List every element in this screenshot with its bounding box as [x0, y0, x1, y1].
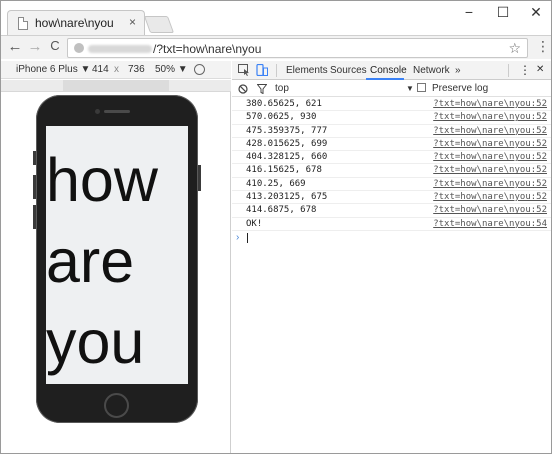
tab-console[interactable]: Console: [370, 65, 407, 76]
clear-console-icon[interactable]: [238, 84, 248, 94]
devtools-close-icon[interactable]: ✕: [536, 64, 544, 75]
preserve-log-checkbox[interactable]: [417, 83, 426, 92]
devtools-panel: Elements Sources Console Network » ⋮ ✕ t…: [232, 61, 551, 453]
page-icon: [18, 17, 28, 30]
tab-title: how\nare\nyou: [35, 16, 114, 30]
console-row: 570.0625, 930 ?txt=how\nare\nyou:52: [232, 111, 551, 125]
address-bar[interactable]: /?txt=how\nare\nyou ☆: [67, 38, 528, 58]
log-source-link[interactable]: ?txt=how\nare\nyou:52: [433, 139, 547, 149]
dimension-separator: x: [114, 64, 119, 75]
log-source-link[interactable]: ?txt=how\nare\nyou:52: [433, 99, 547, 109]
console-row: OK! ?txt=how\nare\nyou:54: [232, 218, 551, 231]
new-tab-button[interactable]: [143, 16, 175, 33]
tab-close-icon[interactable]: ×: [129, 15, 136, 29]
console-row: 404.328125, 660 ?txt=how\nare\nyou:52: [232, 151, 551, 165]
power-button: [198, 165, 201, 191]
tab-separator: [508, 64, 509, 77]
title-bar: how\nare\nyou × − ☐ ✕: [1, 1, 551, 36]
reload-icon[interactable]: C: [47, 38, 63, 53]
device-toggle-icon[interactable]: [256, 64, 268, 76]
console-row: 414.6875, 678 ?txt=how\nare\nyou:52: [232, 204, 551, 218]
console-row: 413.203125, 675 ?txt=how\nare\nyou:52: [232, 191, 551, 205]
console-row: 428.015625, 699 ?txt=how\nare\nyou:52: [232, 138, 551, 152]
log-source-link[interactable]: ?txt=how\nare\nyou:54: [433, 219, 547, 229]
zoom-select[interactable]: 50% ▼: [155, 64, 188, 75]
forward-icon[interactable]: →: [27, 38, 43, 55]
text-cursor: [247, 232, 248, 243]
close-window-icon[interactable]: ✕: [526, 4, 546, 21]
blurred-host: [88, 45, 152, 53]
console-row: 475.359375, 777 ?txt=how\nare\nyou:52: [232, 125, 551, 138]
volume-down-button: [33, 205, 36, 229]
device-toolbar: iPhone 6 Plus ▼ 414 x 736 50% ▼: [1, 61, 231, 79]
log-message: 404.328125, 660: [246, 152, 328, 163]
device-select[interactable]: iPhone 6 Plus ▼: [16, 64, 90, 75]
back-icon[interactable]: ←: [7, 38, 23, 55]
log-source-link[interactable]: ?txt=how\nare\nyou:52: [433, 112, 547, 122]
console-row: 410.25, 669 ?txt=how\nare\nyou:52: [232, 178, 551, 192]
log-source-link[interactable]: ?txt=how\nare\nyou:52: [433, 192, 547, 202]
log-source-link[interactable]: ?txt=how\nare\nyou:52: [433, 152, 547, 162]
log-source-link[interactable]: ?txt=how\nare\nyou:52: [433, 179, 547, 189]
log-message: 380.65625, 621: [246, 99, 322, 109]
inspect-element-icon[interactable]: [238, 64, 250, 76]
context-selector[interactable]: top: [275, 83, 289, 94]
log-message: 428.015625, 699: [246, 138, 328, 149]
rotate-icon[interactable]: [191, 61, 208, 78]
tab-separator: [276, 64, 277, 77]
log-message: 416.15625, 678: [246, 165, 322, 176]
minimize-icon[interactable]: −: [459, 4, 479, 20]
log-message: OK!: [246, 218, 263, 229]
tab-network[interactable]: Network: [413, 65, 450, 76]
home-button: [104, 393, 129, 418]
devtools-menu-icon[interactable]: ⋮: [519, 63, 531, 77]
more-tabs-icon[interactable]: »: [455, 65, 461, 76]
earpiece-speaker: [104, 110, 130, 113]
phone-screen[interactable]: how are you: [46, 126, 188, 384]
log-message: 414.6875, 678: [246, 205, 317, 216]
console-output: 380.65625, 621 ?txt=how\nare\nyou:52 570…: [232, 98, 551, 244]
log-source-link[interactable]: ?txt=how\nare\nyou:52: [433, 126, 547, 136]
tab-elements[interactable]: Elements: [286, 65, 328, 76]
browser-menu-icon[interactable]: ⋮: [536, 38, 550, 55]
browser-window: how\nare\nyou × − ☐ ✕ ← → C /?txt=how\na…: [0, 0, 552, 454]
address-url: /?txt=how\nare\nyou: [153, 42, 262, 56]
device-height[interactable]: 736: [128, 64, 145, 75]
console-row: 416.15625, 678 ?txt=how\nare\nyou:52: [232, 164, 551, 178]
tab-sources[interactable]: Sources: [330, 65, 367, 76]
log-message: 413.203125, 675: [246, 192, 328, 203]
log-message: 410.25, 669: [246, 178, 306, 189]
log-message: 570.0625, 930: [246, 112, 317, 123]
log-message: 475.359375, 777: [246, 125, 328, 136]
console-prompt[interactable]: ›: [232, 231, 551, 244]
log-source-link[interactable]: ?txt=how\nare\nyou:52: [433, 165, 547, 175]
devtools-tab-bar: Elements Sources Console Network » ⋮ ✕: [232, 61, 551, 80]
device-width[interactable]: 414: [92, 64, 109, 75]
media-query-ruler: [1, 80, 231, 92]
filter-icon[interactable]: [257, 84, 267, 94]
phone-frame: how are you: [33, 95, 201, 423]
mute-switch: [33, 151, 36, 165]
volume-up-button: [33, 175, 36, 199]
active-tab-indicator: [366, 78, 404, 80]
preserve-log-label: Preserve log: [432, 83, 489, 94]
prompt-chevron-icon: ›: [236, 231, 240, 243]
front-camera: [95, 109, 100, 114]
console-row: 380.65625, 621 ?txt=how\nare\nyou:52: [232, 98, 551, 112]
bookmark-star-icon[interactable]: ☆: [508, 40, 521, 57]
ruler-highlight: [63, 80, 169, 91]
rendered-page-text: how are you: [46, 146, 158, 376]
console-filter-bar: top ▼ Preserve log: [232, 81, 551, 97]
site-info-icon[interactable]: [74, 43, 84, 53]
context-dropdown-arrow[interactable]: ▼: [406, 84, 414, 93]
device-preview: how are you: [1, 92, 231, 453]
log-source-link[interactable]: ?txt=how\nare\nyou:52: [433, 205, 547, 215]
maximize-icon[interactable]: ☐: [493, 4, 513, 21]
browser-toolbar: ← → C /?txt=how\nare\nyou ☆ ⋮: [1, 35, 551, 59]
browser-tab[interactable]: how\nare\nyou ×: [7, 10, 145, 36]
